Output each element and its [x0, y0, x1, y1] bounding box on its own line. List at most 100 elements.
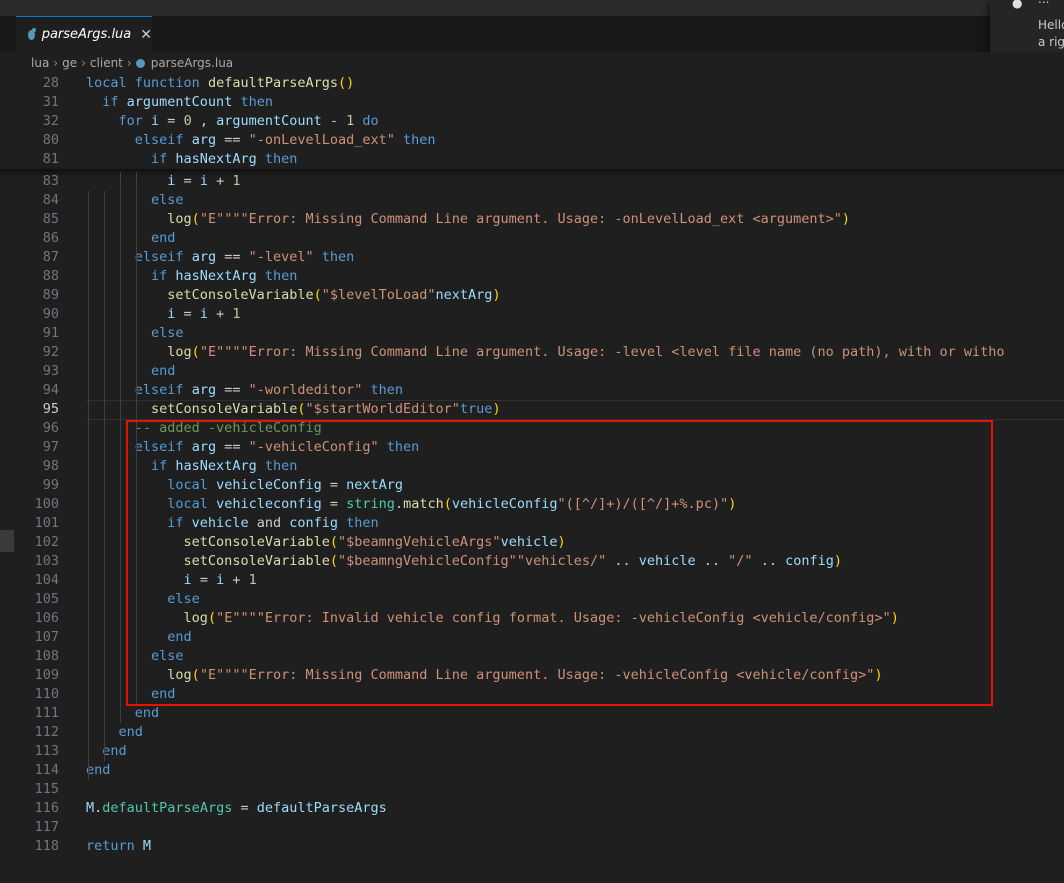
code-token: end	[86, 762, 111, 778]
code-token: defaultParseArgs	[207, 75, 338, 91]
code-line[interactable]: 81 if hasNextArg then	[0, 150, 1064, 169]
code-line[interactable]: 32 for i = 0 , argumentCount - 1 do	[0, 112, 1064, 131]
code-token: "$startWorldEditor"	[305, 401, 460, 417]
code-line[interactable]: 86 end	[0, 229, 1064, 248]
code-token: setConsoleVariable	[167, 287, 314, 303]
line-number: 118	[34, 838, 59, 854]
code-text: end	[86, 761, 110, 780]
code-token: ()	[337, 75, 355, 91]
code-token: arg	[191, 382, 225, 398]
code-text: end	[86, 362, 175, 381]
code-line[interactable]: 91 else	[0, 324, 1064, 343]
code-token: )	[492, 287, 501, 303]
code-token: "Error: Missing Command Line argument. U…	[240, 211, 842, 227]
code-token: then	[403, 132, 436, 148]
code-token: if	[102, 94, 127, 110]
code-token: elseif	[134, 382, 192, 398]
indent-guide	[88, 191, 89, 780]
line-number: 115	[34, 781, 59, 797]
code-line[interactable]: 28 local function defaultParseArgs()	[0, 74, 1064, 93]
code-line[interactable]: 31 if argumentCount then	[0, 93, 1064, 112]
code-token: hasNextArg	[175, 151, 265, 167]
code-token: arg	[191, 249, 225, 265]
code-line[interactable]: 95 setConsoleVariable("$startWorldEditor…	[0, 400, 1064, 419]
code-line[interactable]: 87 elseif arg == "-level" then	[0, 248, 1064, 267]
code-line[interactable]: 111 end	[0, 704, 1064, 723]
code-text: end	[86, 704, 159, 723]
code-token: M	[86, 800, 95, 816]
code-token: ==	[224, 382, 249, 398]
code-token: i	[199, 173, 217, 189]
code-line[interactable]: 84 else	[0, 191, 1064, 210]
code-token: 1	[346, 113, 363, 129]
code-editor[interactable]: 28 local function defaultParseArgs() 31 if…	[0, 74, 1064, 883]
lua-file-icon	[28, 27, 36, 40]
code-token: M	[142, 838, 152, 854]
line-number: 100	[34, 496, 59, 512]
code-text: M.defaultParseArgs = defaultParseArgs	[86, 799, 387, 818]
code-token: =	[167, 113, 184, 129]
tab-parseargs[interactable]: parseArgs.lua ✕	[16, 16, 152, 52]
code-line[interactable]: 113 end	[0, 742, 1064, 761]
breadcrumb-item-lua[interactable]: lua	[31, 56, 49, 70]
line-number: 93	[42, 363, 59, 379]
code-line[interactable]: 115	[0, 780, 1064, 799]
code-token: setConsoleVariable	[151, 401, 298, 417]
line-number: 109	[34, 667, 59, 683]
sticky-scroll-shadow	[0, 169, 1064, 171]
code-line[interactable]: 92 log("E""""Error: Missing Command Line…	[0, 343, 1064, 362]
code-token: ""	[224, 344, 241, 360]
notification-heading: ...	[1038, 0, 1049, 6]
code-line[interactable]: 90 i = i + 1	[0, 305, 1064, 324]
line-number: 81	[42, 151, 59, 167]
code-token: i	[151, 113, 168, 129]
code-text: end	[86, 229, 175, 248]
code-line[interactable]: 118 return M	[0, 837, 1064, 856]
code-line[interactable]: 94 elseif arg == "-worldeditor" then	[0, 381, 1064, 400]
code-token: )	[492, 401, 501, 417]
code-token: elseif	[134, 249, 192, 265]
line-number: 117	[34, 819, 59, 835]
breadcrumb-item-ge[interactable]: ge	[62, 56, 77, 70]
code-text: local function defaultParseArgs()	[86, 74, 354, 93]
line-number: 89	[42, 287, 59, 303]
breadcrumb-item-file[interactable]: parseArgs.lua	[151, 56, 233, 70]
code-token: "-level"	[248, 249, 322, 265]
code-line[interactable]: 93 end	[0, 362, 1064, 381]
code-token: local	[86, 75, 135, 91]
code-line[interactable]: 80 elseif arg == "-onLevelLoad_ext" then	[0, 131, 1064, 150]
code-token: elseif	[134, 132, 192, 148]
code-token: "-onLevelLoad_ext"	[248, 132, 404, 148]
close-icon[interactable]: ✕	[140, 27, 152, 43]
code-line[interactable]: 89 setConsoleVariable("$levelToLoad"next…	[0, 286, 1064, 305]
line-number: 98	[42, 458, 59, 474]
code-line[interactable]: 116 M.defaultParseArgs = defaultParseArgs	[0, 799, 1064, 818]
code-token: i	[167, 306, 184, 322]
code-text: elseif arg == "-worldeditor" then	[86, 381, 403, 400]
code-text: setConsoleVariable("$levelToLoad"nextArg…	[86, 286, 501, 305]
code-line[interactable]: 85 log("E""""Error: Missing Command Line…	[0, 210, 1064, 229]
line-number: 110	[34, 686, 59, 702]
code-token: end	[151, 230, 176, 246]
line-number: 90	[42, 306, 59, 322]
code-token: log	[167, 344, 192, 360]
breadcrumb-item-client[interactable]: client	[90, 56, 123, 70]
lua-file-icon	[135, 58, 145, 68]
lightbulb-icon: ●	[1012, 0, 1023, 10]
code-token: argumentCount	[216, 113, 330, 129]
code-text: elseif arg == "-onLevelLoad_ext" then	[86, 131, 436, 150]
code-line[interactable]: 112 end	[0, 723, 1064, 742]
code-line[interactable]: 88 if hasNextArg then	[0, 267, 1064, 286]
chevron-right-icon: ›	[126, 56, 132, 70]
code-token: =	[240, 800, 257, 816]
code-line[interactable]: 114 end	[0, 761, 1064, 780]
code-line[interactable]: 83 i = i + 1	[0, 172, 1064, 191]
code-line[interactable]: 117	[0, 818, 1064, 837]
